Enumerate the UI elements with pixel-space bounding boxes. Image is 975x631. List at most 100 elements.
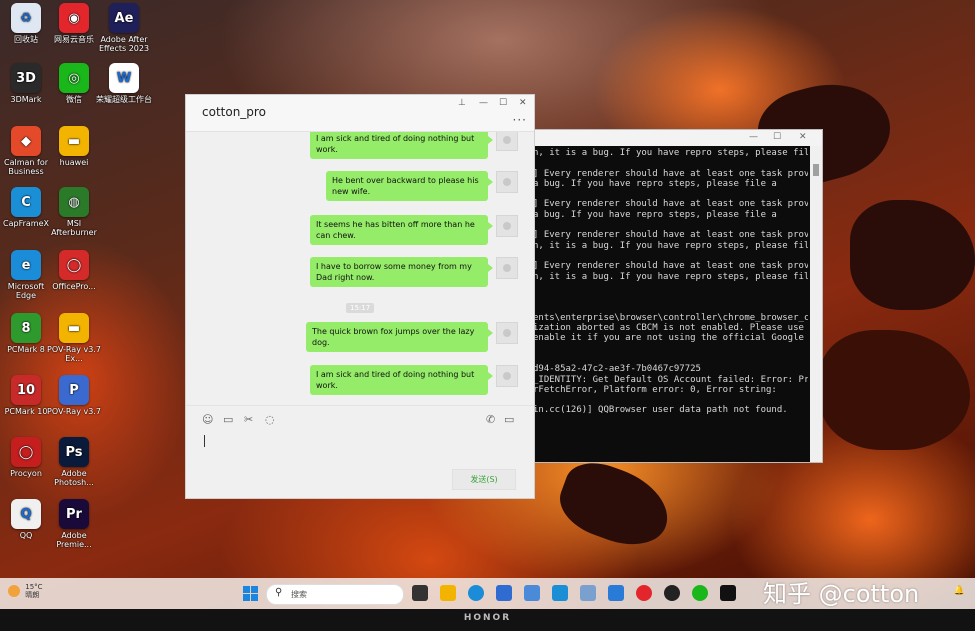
honor-workstation-icon: W [109,63,139,93]
desktop-icon[interactable]: ▬ huawei [46,126,102,167]
folder-icon[interactable]: ▭ [223,413,233,426]
desktop-icon[interactable]: W 荣耀超级工作台 [96,63,152,104]
desktop-icon-label: 微信 [66,95,82,104]
close-icon[interactable]: ✕ [519,98,527,108]
console-line: rFetchError, Platform error: 0, Error st… [533,384,777,395]
desktop-icon[interactable]: ▬ POV-Ray v3.7 Ex... [46,313,102,363]
chat-history-icon[interactable]: ◌ [265,413,275,426]
3dmark-icon: 3D [11,63,41,93]
task-view-icon[interactable] [412,585,428,601]
message-input[interactable]: 发送(S) [186,431,534,497]
message-bubble[interactable]: I am sick and tired of doing nothing but… [310,365,493,395]
text-caret [204,435,205,447]
desktop-icon[interactable]: Pr Adobe Premie... [46,499,102,549]
netease-music-icon[interactable] [636,585,652,601]
desktop-icon-label: huawei [59,158,89,167]
console-line: ] Every renderer should have at least on… [533,230,808,241]
message-row: It seems he has bitten off more than he … [310,215,518,245]
terminal-icon[interactable] [720,585,736,601]
desktop-icon[interactable]: Ae Adobe After Effects 2023 [96,3,152,53]
emoji-icon[interactable]: ☺ [202,413,213,426]
close-icon[interactable]: ✕ [799,132,807,142]
send-button[interactable]: 发送(S) [452,469,516,490]
minimize-icon[interactable]: — [479,98,488,108]
start-button[interactable] [243,586,258,601]
message-list[interactable]: I am sick and tired of doing nothing but… [186,132,534,404]
avatar[interactable] [496,132,518,151]
avatar[interactable] [496,171,518,193]
search-icon: ⚲ [275,587,283,598]
desktop-icon[interactable]: ◯ OfficePro... [46,250,102,291]
app-icon[interactable] [580,585,596,601]
console-line: ] Every renderer should have at least on… [533,199,808,210]
desktop-icon-label: OfficePro... [52,282,96,291]
app-icon[interactable] [524,585,540,601]
desktop-icon[interactable]: ◎ 微信 [46,63,102,104]
premiere-icon: Pr [59,499,89,529]
chat-toolbar: ☺ ▭ ✂ ◌ ✆ ▭ [186,405,534,432]
console-line: a bug. If you have repro steps, please f… [533,209,777,220]
chat-header: cotton_pro ⊥ — ☐ ✕ ··· [186,95,534,132]
maximize-icon[interactable]: ☐ [499,98,507,108]
folder-icon: ▬ [59,313,89,343]
wechat-icon[interactable] [692,585,708,601]
weather-widget[interactable]: 15°C 晴朗 [8,583,43,599]
console-window[interactable]: — ☐ ✕ n, it is a bug. If you have repro … [528,129,823,463]
message-bubble[interactable]: I have to borrow some money from my Dad … [310,257,493,287]
taskbar-search[interactable]: ⚲ 搜索 [266,584,404,605]
notification-bell-icon[interactable]: 🔔 [954,586,965,596]
avatar[interactable] [496,322,518,344]
scrollbar-thumb[interactable] [813,164,819,176]
desktop-icon-label: Adobe Premie... [56,531,92,549]
chat-window[interactable]: cotton_pro ⊥ — ☐ ✕ ··· I am sick and tir… [185,94,535,499]
console-scrollbar[interactable] [810,146,822,462]
avatar[interactable] [496,365,518,387]
store-icon[interactable] [496,585,512,601]
desktop-icon[interactable]: ◉ 网易云音乐 [46,3,102,44]
console-line: n, it is a bug. If you have repro steps,… [533,240,808,251]
console-line: d94-85a2-47c2-ae3f-7b0467c97725 [533,364,701,375]
maximize-icon[interactable]: ☐ [773,132,781,142]
desktop-icon[interactable]: ◍ MSI Afterburner [46,187,102,237]
file-explorer-icon[interactable] [440,585,456,601]
scissors-icon[interactable]: ✂ [244,413,253,426]
desktop-icon[interactable]: Ps Adobe Photosh... [46,437,102,487]
message-row: I am sick and tired of doing nothing but… [310,132,518,159]
console-line: n, it is a bug. If you have repro steps,… [533,271,808,282]
console-output: n, it is a bug. If you have repro steps,… [533,148,808,462]
message-bubble[interactable]: The quick brown fox jumps over the lazy … [306,322,493,352]
message-timestamp: 15:17 [346,303,375,313]
console-titlebar[interactable]: — ☐ ✕ [529,130,822,146]
message-bubble[interactable]: It seems he has bitten off more than he … [310,215,493,245]
pin-icon[interactable]: ⊥ [458,98,466,108]
desktop-icon-label: 网易云音乐 [54,35,94,44]
console-line: ] Every renderer should have at least on… [533,261,808,272]
honor-workstation-icon[interactable] [552,585,568,601]
qq-icon[interactable] [664,585,680,601]
officepro-icon: ◯ [59,250,89,280]
message-row: He bent over backward to please his new … [326,171,518,201]
video-call-icon[interactable]: ▭ [504,413,514,426]
edge-icon[interactable] [468,585,484,601]
desktop-icon-label: 荣耀超级工作台 [96,95,152,104]
mail-icon[interactable] [608,585,624,601]
more-options-icon[interactable]: ··· [513,113,527,127]
message-bubble[interactable]: He bent over backward to please his new … [326,171,493,201]
avatar[interactable] [496,257,518,279]
voice-call-icon[interactable]: ✆ [486,413,495,426]
message-bubble[interactable]: I am sick and tired of doing nothing but… [310,132,493,159]
weather-desc: 晴朗 [25,591,40,599]
avatar[interactable] [496,215,518,237]
desktop-icon[interactable]: P POV-Ray v3.7 [46,375,102,416]
calman-icon: ◆ [11,126,41,156]
desktop-icon-label: POV-Ray v3.7 [47,407,101,416]
minimize-icon[interactable]: — [749,132,758,142]
